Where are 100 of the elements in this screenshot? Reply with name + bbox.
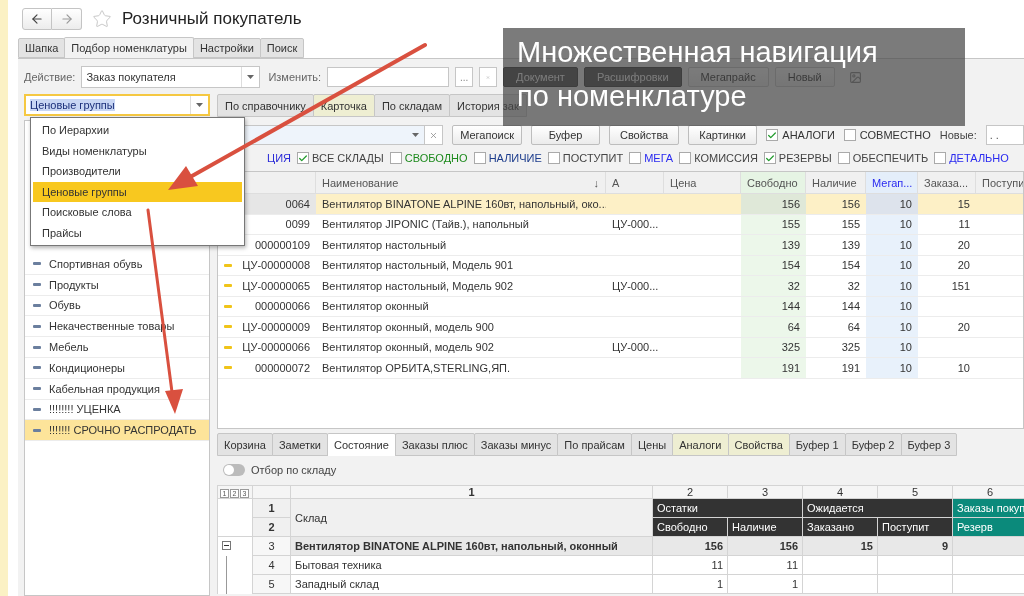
dropdown-icon <box>196 103 203 107</box>
checkbox[interactable] <box>837 152 850 164</box>
clear-icon[interactable] <box>429 130 439 140</box>
change-label: Изменить: <box>268 71 322 83</box>
column-number: 1 <box>290 485 653 499</box>
toolbar-button[interactable]: Свойства <box>609 125 679 145</box>
action-label: Действие: <box>24 71 76 83</box>
column-header[interactable]: Мегап... <box>866 172 918 194</box>
tab[interactable]: Подбор номенклатуры <box>64 37 194 58</box>
column-header[interactable]: Наличие <box>806 172 866 194</box>
caption-text: Множественная навигация <box>517 37 878 67</box>
table-cell: 155 <box>741 214 806 235</box>
view-tab[interactable]: По складам <box>373 94 451 117</box>
table-cell: 10 <box>866 317 918 338</box>
checkbox[interactable] <box>547 152 560 164</box>
column-header[interactable]: Свободно <box>741 172 806 194</box>
clear-button[interactable] <box>479 67 498 87</box>
column-header[interactable]: Наименование ↓ <box>316 172 606 194</box>
detail-tab[interactable]: Корзина <box>217 433 273 456</box>
column-number: 5 <box>877 485 953 499</box>
filter-label: ПОСТУПИТ <box>562 152 624 164</box>
table-cell: 10 <box>866 194 918 215</box>
toolbar-button[interactable]: Буфер <box>530 125 601 145</box>
checkbox-label: СОВМЕСТНО <box>859 129 931 141</box>
filter-label: ЦИЯ <box>267 152 291 164</box>
filter-label: КОМИССИЯ <box>694 152 758 164</box>
table-cell: 10 <box>866 255 918 276</box>
detail-tab[interactable]: Состояние <box>327 433 396 456</box>
sort-indicator: ↓ <box>593 176 599 189</box>
filter-label: СВОБОДНО <box>404 152 468 164</box>
detail-tab[interactable]: Заметки <box>271 433 328 456</box>
back-button[interactable] <box>22 8 52 30</box>
detail-tab[interactable]: Аналоги <box>672 433 729 456</box>
detail-tab[interactable]: Буфер 2 <box>844 433 902 456</box>
table-cell: 325 <box>741 337 806 358</box>
item-icon <box>33 283 41 287</box>
item-icon <box>33 366 41 370</box>
column-header[interactable]: А <box>606 172 664 194</box>
table-cell: 32 <box>741 276 806 297</box>
dropdown-icon <box>411 133 419 137</box>
detail-tab[interactable]: Буфер 1 <box>788 433 846 456</box>
toggle-switch[interactable] <box>223 464 245 476</box>
tab[interactable]: Поиск <box>259 38 305 58</box>
detail-tab[interactable]: Свойства <box>727 433 790 456</box>
checkbox[interactable] <box>843 129 856 141</box>
detail-tab[interactable]: Буфер 3 <box>900 433 958 456</box>
column-header[interactable]: Цена <box>664 172 741 194</box>
tab[interactable]: Шапка <box>18 38 66 58</box>
column-number: 3 <box>727 485 803 499</box>
item-icon <box>224 366 232 370</box>
item-icon <box>224 304 232 308</box>
table-cell: 10 <box>866 276 918 297</box>
filter-label: ВСЕ СКЛАДЫ <box>312 152 384 164</box>
item-icon <box>33 262 41 266</box>
checkbox[interactable] <box>297 152 309 164</box>
column-header[interactable]: Поступи <box>976 172 1023 194</box>
table-cell: 139 <box>741 235 806 256</box>
table-cell: 10 <box>866 235 918 256</box>
table-cell: Вентилятор BINATONE ALPINE 160вт, напольный, око... <box>316 194 606 215</box>
checkbox[interactable] <box>766 129 779 141</box>
navigation-select[interactable]: Ценовые группы <box>24 94 210 116</box>
table-cell: 64 <box>741 317 806 338</box>
checkbox-label: АНАЛОГИ <box>782 129 835 141</box>
checkbox[interactable] <box>629 152 642 164</box>
detail-tab[interactable]: Заказы минус <box>473 433 559 456</box>
item-icon <box>33 407 41 411</box>
checkbox[interactable] <box>473 152 486 164</box>
dropdown-icon <box>247 75 255 79</box>
column-header[interactable]: Заказа... <box>918 172 976 194</box>
toolbar-button[interactable]: Картинки <box>687 125 758 145</box>
tab[interactable]: Настройки <box>192 38 261 58</box>
detail-tab[interactable]: По прайсам <box>557 433 632 456</box>
table-cell: 156 <box>741 194 806 215</box>
item-icon <box>33 345 41 349</box>
item-icon <box>224 263 232 267</box>
forward-button[interactable] <box>52 8 82 30</box>
checkbox[interactable] <box>389 152 402 164</box>
item-icon <box>224 345 232 349</box>
star-icon[interactable] <box>92 9 112 29</box>
checkbox[interactable] <box>679 152 692 164</box>
action-select[interactable]: Заказ покупателя <box>81 66 261 88</box>
table-cell: 154 <box>741 255 806 276</box>
item-icon <box>224 325 232 329</box>
detail-tab[interactable]: Заказы плюс <box>394 433 475 456</box>
view-tab[interactable]: По справочнику <box>217 94 314 117</box>
choose-button[interactable]: ... <box>455 67 474 87</box>
collapse-icon[interactable] <box>222 541 231 551</box>
header-cell: Склад <box>290 498 653 537</box>
change-field[interactable] <box>327 67 450 87</box>
toolbar-button[interactable]: Мегапоиск <box>452 125 522 145</box>
item-icon <box>33 428 41 432</box>
toggle-label: Отбор по складу <box>251 464 337 476</box>
filter-label: МЕГА <box>644 152 674 164</box>
group-item[interactable]: !!!!!!! СРОЧНО РАСПРОДАТЬ <box>25 420 209 442</box>
checkbox[interactable] <box>934 152 947 164</box>
checkbox[interactable] <box>763 152 776 164</box>
new-field[interactable]: . . <box>985 125 1024 145</box>
item-icon <box>33 304 41 307</box>
detail-tab[interactable]: Цены <box>630 433 674 456</box>
window-title: Розничный покупатель <box>122 9 302 29</box>
